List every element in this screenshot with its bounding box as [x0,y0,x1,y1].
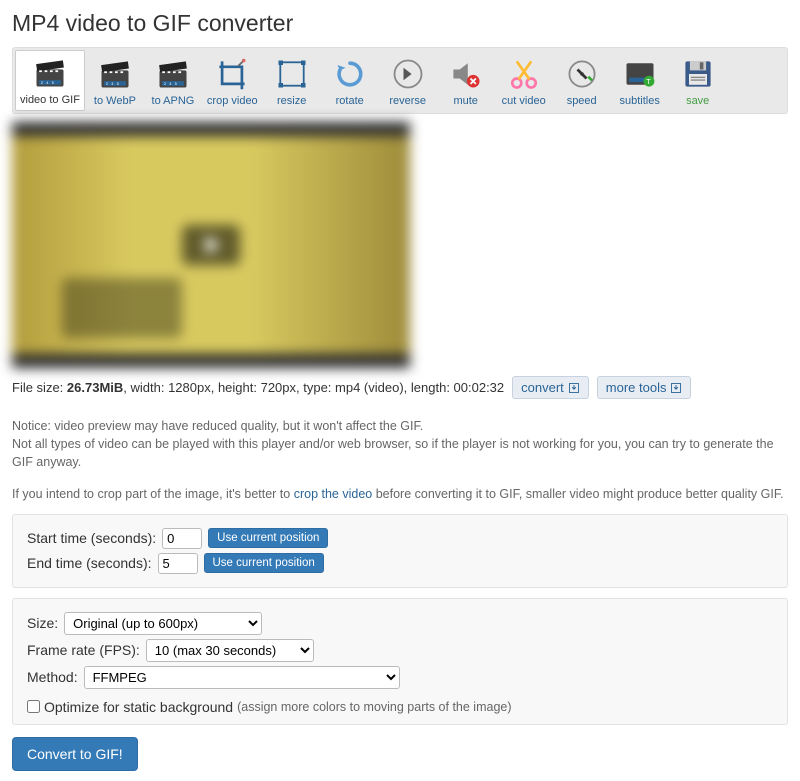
more-tools-button[interactable]: more tools [597,376,692,399]
tool-rotate[interactable]: rotate [322,50,378,111]
download-icon [670,382,682,394]
toolbar: 245video to GIF245to WebP245to APNGcrop … [12,47,788,114]
convert-to-gif-button[interactable]: Convert to GIF! [12,737,138,771]
subtitles-icon: T [622,56,658,92]
clapper-icon: 245 [32,55,68,91]
options-panel: Size: Original (up to 600px) Frame rate … [12,598,788,725]
play-icon[interactable] [182,225,240,265]
video-preview[interactable] [12,122,410,368]
clapper-icon: 245 [97,56,133,92]
svg-text:5: 5 [117,82,119,86]
clapper-icon: 245 [155,56,191,92]
tool-to-APNG[interactable]: 245to APNG [145,50,201,111]
crop-icon [214,56,250,92]
end-time-label: End time (seconds): [27,555,152,571]
page-title: MP4 video to GIF converter [12,10,788,37]
tool-resize[interactable]: resize [264,50,320,111]
tool-mute[interactable]: mute [438,50,494,111]
start-time-label: Start time (seconds): [27,530,156,546]
svg-text:T: T [646,77,651,86]
svg-text:2: 2 [164,82,166,86]
use-current-end-button[interactable]: Use current position [204,553,324,573]
svg-text:4: 4 [111,82,113,86]
use-current-start-button[interactable]: Use current position [208,528,328,548]
svg-text:5: 5 [52,81,54,85]
tool-speed[interactable]: speed [554,50,610,111]
resize-icon [274,56,310,92]
reverse-icon [390,56,426,92]
time-panel: Start time (seconds): Use current positi… [12,514,788,588]
tool-cut-video[interactable]: cut video [496,50,552,111]
optimize-hint: (assign more colors to moving parts of t… [237,700,511,714]
optimize-label: Optimize for static background [44,699,233,715]
svg-text:4: 4 [46,81,48,85]
tool-save[interactable]: save [670,50,726,111]
file-info: File size: 26.73MiB, width: 1280px, heig… [12,376,788,399]
mute-icon [448,56,484,92]
save-icon [680,56,716,92]
svg-text:2: 2 [106,82,108,86]
tool-crop-video[interactable]: crop video [203,50,262,111]
size-label: Size: [27,615,58,631]
tool-video-to-GIF[interactable]: 245video to GIF [15,50,85,111]
convert-button[interactable]: convert [512,376,589,399]
svg-text:4: 4 [169,82,171,86]
tool-subtitles[interactable]: Tsubtitles [612,50,668,111]
speed-icon [564,56,600,92]
fps-label: Frame rate (FPS): [27,642,140,658]
method-label: Method: [27,669,78,685]
method-select[interactable]: FFMPEG [84,666,400,689]
rotate-icon [332,56,368,92]
svg-text:2: 2 [41,81,43,85]
cut-icon [506,56,542,92]
tool-reverse[interactable]: reverse [380,50,436,111]
download-icon [568,382,580,394]
size-select[interactable]: Original (up to 600px) [64,612,262,635]
tool-to-WebP[interactable]: 245to WebP [87,50,143,111]
end-time-input[interactable] [158,553,198,574]
notice-text: Notice: video preview may have reduced q… [12,417,788,504]
svg-text:5: 5 [175,82,177,86]
crop-video-link[interactable]: crop the video [294,487,373,501]
optimize-checkbox[interactable] [27,700,40,713]
start-time-input[interactable] [162,528,202,549]
fps-select[interactable]: 10 (max 30 seconds) [146,639,314,662]
